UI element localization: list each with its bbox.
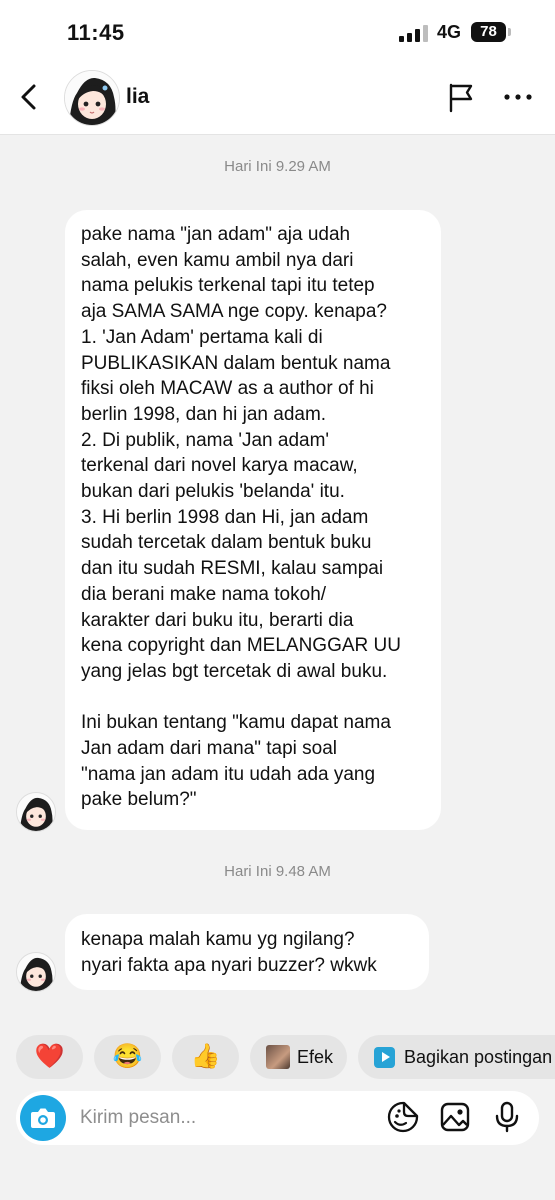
flag-icon[interactable] [444,80,478,114]
message-composer[interactable]: Kirim pesan... [16,1091,539,1145]
laughing-tears-emoji-icon: 😂 [112,1043,143,1070]
quick-reactions-bar: ❤️ 😂 👍 Efek Bagikan postingan [0,1035,555,1081]
heart-emoji-icon: ❤️ [34,1043,65,1070]
share-post-icon [374,1047,395,1068]
microphone-icon[interactable] [490,1100,524,1134]
contact-name[interactable]: lia [126,85,149,109]
camera-icon [31,1108,55,1128]
effect-thumbnail-icon [266,1045,290,1069]
message-bubble[interactable]: pake nama "jan adam" aja udah salah, eve… [65,210,441,830]
thumbs-up-emoji-icon: 👍 [190,1043,221,1070]
reaction-thumbs-up-button[interactable]: 👍 [172,1035,239,1079]
share-post-label: Bagikan postingan [404,1047,553,1067]
effect-button[interactable]: Efek [250,1035,347,1079]
share-post-button[interactable]: Bagikan postingan [358,1035,555,1079]
status-time: 11:45 [67,20,125,45]
sender-avatar[interactable] [16,952,56,992]
message-text: pake nama "jan adam" aja udah salah, eve… [81,224,401,811]
battery-cap [508,28,511,36]
sticker-icon[interactable] [386,1100,420,1134]
message-timestamp: Hari Ini 9.48 AM [224,863,331,880]
camera-button[interactable] [20,1095,66,1141]
message-bubble[interactable]: kenapa malah kamu yg ngilang? nyari fakt… [65,914,429,990]
more-options-icon[interactable] [501,80,535,114]
effect-label: Efek [297,1047,334,1067]
message-timestamp: Hari Ini 9.29 AM [224,158,331,175]
battery-icon: 78 [471,22,506,42]
reaction-heart-button[interactable]: ❤️ [16,1035,83,1079]
network-type: 4G [437,22,462,42]
conversation-header: lia [0,66,555,135]
back-icon[interactable] [14,80,46,114]
message-input[interactable]: Kirim pesan... [80,1091,196,1145]
message-text: kenapa malah kamu yg ngilang? nyari fakt… [81,929,377,976]
status-bar: 11:45 4G 78 [0,0,555,66]
signal-strength-icon [399,25,429,42]
sender-avatar[interactable] [16,792,56,832]
contact-avatar[interactable] [64,70,120,126]
gallery-icon[interactable] [438,1100,472,1134]
reaction-laugh-button[interactable]: 😂 [94,1035,161,1079]
